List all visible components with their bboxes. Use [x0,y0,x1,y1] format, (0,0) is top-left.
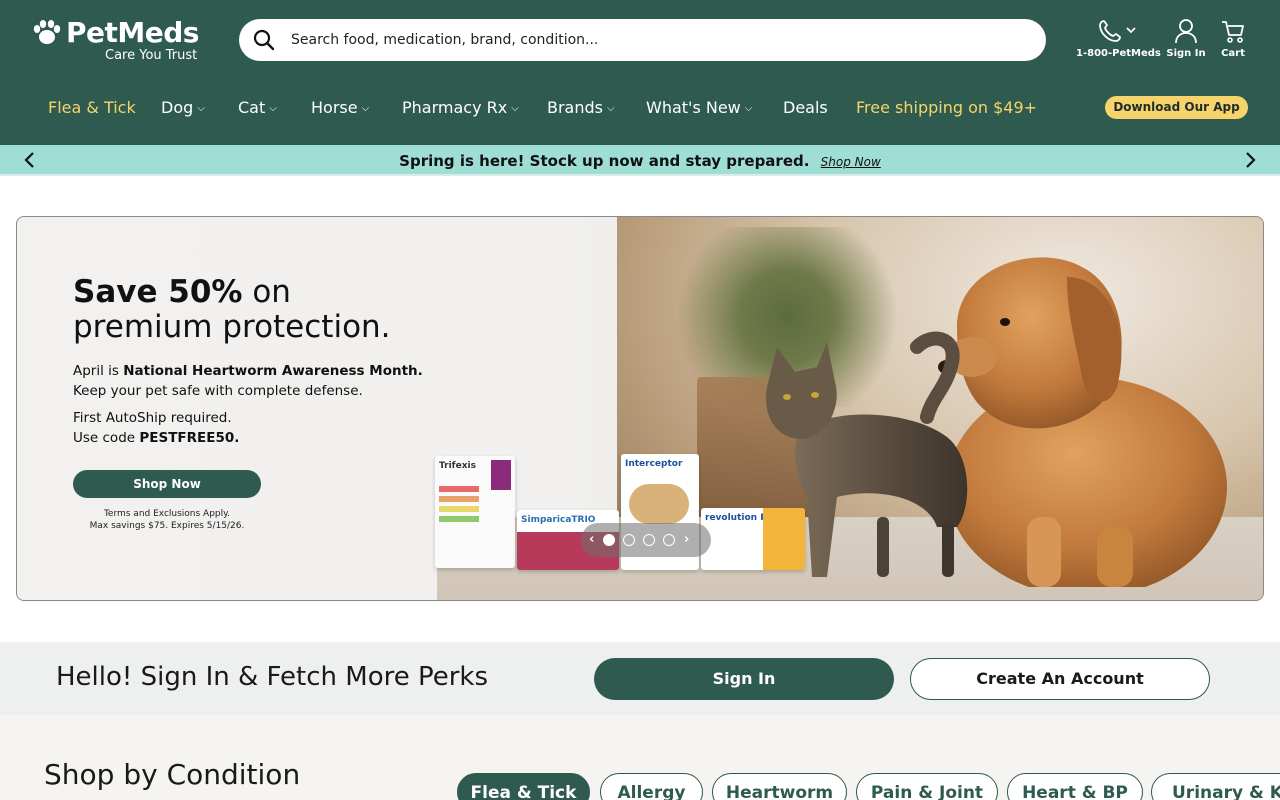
nav-label: What's New [646,98,741,117]
shop-by-condition: Shop by Condition Flea & Tick Allergy He… [0,715,1280,800]
carousel-dot[interactable] [603,534,615,546]
hero-text: April is [73,363,124,379]
chip-allergy[interactable]: Allergy [600,773,703,800]
nav-item-brands[interactable]: Brands ⌵ [547,98,615,117]
nav-label: Flea & Tick [48,98,136,117]
chevron-down-icon: ⌵ [744,103,753,114]
chevron-down-icon: ⌵ [511,103,519,114]
carousel-next-icon[interactable]: › [684,532,689,547]
product-name: Trifexis [439,461,476,471]
nav-label: Cat [238,98,266,117]
main-nav: Flea & Tick Dog ⌵ Cat ⌵ Horse ⌵ Pharmacy Rx… [0,92,1280,126]
nav-label: Horse [311,98,358,117]
nav-label: Brands [547,98,603,117]
chip-pain-joint[interactable]: Pain & Joint [856,773,998,800]
chip-heartworm[interactable]: Heartworm [712,773,847,800]
search-icon[interactable] [253,29,275,51]
nav-label: Free shipping on $49+ [856,98,1038,117]
hero-offer-details: First AutoShip required. Use code PESTFR… [73,408,239,448]
promo-code: PESTFREE50. [139,430,240,446]
chevron-down-icon: ⌵ [607,103,615,114]
hero-headline: Save 50% on premium protection. [73,275,391,345]
hero-headline-line2: premium protection. [73,309,391,345]
promo-text: Spring is here! Stock up now and stay pr… [399,152,810,170]
section-title: Shop by Condition [44,758,301,791]
terms-text: Terms and Exclusions Apply. [103,509,231,519]
site-header: PetMeds Care You Trust 1-800-PetMeds Sig… [0,0,1280,145]
signin-link[interactable]: Sign In [1165,18,1207,59]
signin-label: Sign In [1166,48,1206,59]
search-bar[interactable] [239,19,1046,61]
cart-icon [1222,21,1244,43]
product-name: Interceptor [625,459,683,469]
product-box-trifexis: Trifexis [435,456,515,568]
promo-bar: Spring is here! Stock up now and stay pr… [0,145,1280,176]
carousel-prev-icon[interactable]: ‹ [589,532,594,547]
terms-text: Max savings $75. Expires 5/15/26. [89,521,245,531]
hero-text: Keep your pet safe with complete defense… [73,383,363,399]
product-name: SimparicaTRIO [521,515,596,525]
hero-text-bold: National Heartworm Awareness Month. [123,363,423,379]
chevron-right-icon[interactable] [1240,150,1260,170]
hero-description: April is National Heartworm Awareness Mo… [73,361,423,401]
nav-item-flea-tick[interactable]: Flea & Tick [48,98,136,117]
create-account-button[interactable]: Create An Account [910,658,1210,700]
carousel-dot[interactable] [663,534,675,546]
nav-label: Dog [161,98,194,117]
nav-item-dog[interactable]: Dog ⌵ [161,98,205,117]
carousel-dot[interactable] [623,534,635,546]
product-lineup: Trifexis SimparicaTRIO Interceptor revol… [431,454,811,584]
nav-item-cat[interactable]: Cat ⌵ [238,98,277,117]
signin-button[interactable]: Sign In [594,658,894,700]
hero-terms: Terms and Exclusions Apply. Max savings … [73,508,261,532]
nav-label: Pharmacy Rx [402,98,508,117]
signin-perks-strip: Hello! Sign In & Fetch More Perks Sign I… [0,642,1280,715]
phone-icon [1099,20,1136,42]
chip-flea-tick[interactable]: Flea & Tick [457,773,590,800]
hero-banner[interactable]: Save 50% on premium protection. April is… [16,216,1264,601]
brand-name: PetMeds [66,16,199,49]
download-app-button[interactable]: Download Our App [1105,96,1248,119]
hero-text: First AutoShip required. [73,410,232,426]
chevron-down-icon: ⌵ [361,103,370,114]
hero-headline-bold: Save 50% [73,274,243,310]
nav-item-whats-new[interactable]: What's New ⌵ [646,98,752,117]
nav-item-free-shipping[interactable]: Free shipping on $49+ [856,98,1037,117]
chevron-down-icon: ⌵ [197,103,205,114]
hero-headline-rest: on [242,274,291,310]
user-icon [1175,19,1197,44]
cart-label: Cart [1221,48,1245,59]
signin-strip-title: Hello! Sign In & Fetch More Perks [56,662,489,692]
chip-heart-bp[interactable]: Heart & BP [1007,773,1143,800]
hero-text: Use code [73,430,140,446]
chip-urinary-kidney[interactable]: Urinary & Kidney [1151,773,1280,800]
product-box-revolution: revolution PLUS [701,508,805,570]
promo-message: Spring is here! Stock up now and stay pr… [0,152,1280,170]
chevron-down-icon [1126,27,1136,34]
carousel-dot[interactable] [643,534,655,546]
search-input[interactable] [291,19,1031,61]
paw-icon [33,20,61,44]
brand-tagline: Care You Trust [105,48,198,63]
petmeds-logo[interactable]: PetMeds Care You Trust [32,16,207,66]
nav-item-horse[interactable]: Horse ⌵ [311,98,369,117]
promo-shop-now-link[interactable]: Shop Now [821,155,881,169]
phone-link[interactable]: 1-800-PetMeds [1076,18,1161,59]
cart-link[interactable]: Cart [1216,18,1250,59]
nav-item-deals[interactable]: Deals [783,98,828,117]
hero-shop-now-button[interactable]: Shop Now [73,470,261,498]
nav-label: Deals [783,98,828,117]
chevron-down-icon: ⌵ [269,103,277,114]
phone-label: 1-800-PetMeds [1076,48,1161,59]
nav-item-pharmacy[interactable]: Pharmacy Rx ⌵ [402,98,519,117]
carousel-controls: ‹ › [581,523,711,557]
